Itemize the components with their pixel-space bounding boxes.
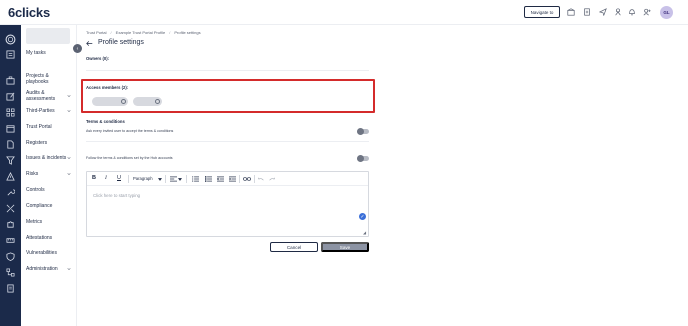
grammar-check-icon[interactable]: ✓	[359, 213, 366, 220]
bold-icon[interactable]: B	[92, 175, 96, 181]
rich-text-editor[interactable]: B I U Paragraph Click here to start typi…	[86, 171, 369, 237]
navigate-to-button[interactable]: Navigate to	[524, 6, 560, 18]
toolbar-separator	[254, 175, 255, 183]
member-chip[interactable]	[92, 97, 128, 106]
chevron-down-icon[interactable]	[67, 94, 71, 98]
editor-placeholder: Click here to start typing	[93, 193, 141, 198]
doc-text-icon[interactable]	[6, 284, 15, 293]
sidebar-item-administration[interactable]: Administration	[26, 266, 72, 273]
member-chip[interactable]	[133, 97, 162, 106]
sidebar-item-vulnerabilities[interactable]: Vulnerabilities	[26, 250, 72, 257]
breadcrumb-item[interactable]: Example Trust Portal Profile	[116, 30, 166, 35]
outdent-icon[interactable]	[217, 176, 224, 182]
follow-terms-toggle[interactable]	[357, 155, 369, 162]
sidebar-search-box[interactable]	[26, 28, 70, 44]
wrench-icon[interactable]	[6, 188, 15, 197]
sidebar-item-compliance[interactable]: Compliance	[26, 203, 72, 210]
calendar-icon[interactable]	[6, 124, 15, 133]
chevron-down-icon[interactable]	[178, 178, 182, 181]
chevron-down-icon[interactable]	[158, 178, 162, 181]
breadcrumb-item: Profile settings	[174, 30, 201, 35]
sidebar-item-third-parties[interactable]: Third-Parties	[26, 108, 72, 115]
sidebar-item-metrics[interactable]: Metrics	[26, 219, 72, 226]
sidebar-item-attestations[interactable]: Attestations	[26, 235, 72, 242]
collapse-sidebar-button[interactable]: ‹	[73, 44, 82, 53]
sidebar-item-issues[interactable]: Issues & incidents	[26, 155, 72, 162]
top-bar: 6clicks Navigate to GL	[0, 0, 688, 25]
edit-icon[interactable]	[6, 92, 15, 101]
shield-icon[interactable]	[6, 252, 15, 261]
breadcrumb: Trust Portal / Example Trust Portal Prof…	[86, 30, 201, 35]
cancel-button[interactable]: Cancel	[270, 242, 318, 252]
sidebar-item-audits[interactable]: Audits & assessments	[26, 90, 72, 102]
bell-icon[interactable]	[628, 8, 636, 16]
sidebar-item-risks[interactable]: Risks	[26, 171, 72, 178]
sidebar-item-trust-portal[interactable]: Trust Portal	[26, 124, 72, 131]
italic-icon[interactable]: I	[105, 175, 107, 181]
breadcrumb-separator: /	[110, 30, 112, 35]
arrow-left-icon[interactable]	[86, 40, 93, 47]
breadcrumb-separator: /	[169, 30, 171, 35]
link-icon[interactable]	[243, 176, 251, 182]
filter-icon[interactable]	[6, 156, 15, 165]
toolbar-separator	[165, 175, 166, 183]
building-icon[interactable]	[567, 8, 575, 16]
sidebar-item-projects[interactable]: Projects & playbooks	[26, 73, 72, 85]
flow-icon[interactable]	[6, 268, 15, 277]
paragraph-select[interactable]: Paragraph	[133, 176, 153, 181]
numbered-list-icon[interactable]	[192, 176, 199, 182]
warning-icon[interactable]	[6, 172, 15, 181]
follow-toggle-text: Follow the terms & conditions set by the…	[86, 156, 173, 160]
icon-rail	[0, 25, 21, 326]
puzzle-icon[interactable]	[6, 220, 15, 229]
access-members-label: Access members (2):	[86, 85, 129, 90]
resize-handle-icon[interactable]: ◢	[363, 230, 366, 235]
terms-label: Terms & conditions	[86, 119, 125, 124]
send-icon[interactable]	[599, 8, 607, 16]
ruler-icon[interactable]	[6, 236, 15, 245]
sidebar-item-my-tasks[interactable]: My tasks	[26, 50, 72, 57]
sidebar-item-registers[interactable]: Registers	[26, 140, 72, 147]
home-circle-icon[interactable]	[5, 34, 16, 45]
undo-icon[interactable]	[258, 177, 264, 181]
divider	[86, 70, 369, 71]
redo-icon[interactable]	[269, 177, 275, 181]
tools-icon[interactable]	[6, 204, 15, 213]
nav-sidebar: My tasks Projects & playbooks Audits & a…	[21, 25, 77, 326]
grid-icon[interactable]	[6, 108, 15, 117]
divider	[86, 141, 369, 142]
remove-member-icon[interactable]	[121, 99, 126, 104]
bullet-list-icon[interactable]	[205, 176, 212, 182]
user-add-icon[interactable]	[643, 8, 651, 16]
toolbar-separator	[128, 175, 129, 183]
hat-icon[interactable]	[614, 8, 622, 16]
align-icon[interactable]	[170, 176, 177, 182]
chevron-down-icon[interactable]	[67, 156, 71, 160]
editor-toolbar: B I U Paragraph	[87, 172, 368, 186]
report-icon[interactable]	[583, 8, 591, 16]
avatar[interactable]: GL	[660, 6, 673, 19]
chevron-down-icon[interactable]	[67, 109, 71, 113]
indent-icon[interactable]	[229, 176, 236, 182]
toolbar-separator	[186, 175, 187, 183]
toolbar-separator	[239, 175, 240, 183]
briefcase-icon[interactable]	[6, 76, 15, 85]
underline-icon[interactable]: U	[117, 175, 121, 181]
sidebar-item-controls[interactable]: Controls	[26, 187, 72, 194]
list-icon[interactable]	[6, 50, 15, 59]
owners-label: Owners (0):	[86, 56, 110, 61]
remove-member-icon[interactable]	[155, 99, 160, 104]
page-title: Profile settings	[98, 39, 144, 46]
terms-toggle-text: Ask every invited user to accept the ter…	[86, 129, 174, 133]
logo[interactable]: 6clicks	[8, 5, 50, 20]
document-icon[interactable]	[6, 140, 15, 149]
app: 6clicks Navigate to GL My tasks Projects…	[0, 0, 688, 326]
save-button[interactable]: Save	[321, 242, 369, 252]
terms-toggle[interactable]	[357, 128, 369, 135]
chevron-down-icon[interactable]	[67, 267, 71, 271]
chevron-down-icon[interactable]	[67, 172, 71, 176]
breadcrumb-item[interactable]: Trust Portal	[86, 30, 107, 35]
